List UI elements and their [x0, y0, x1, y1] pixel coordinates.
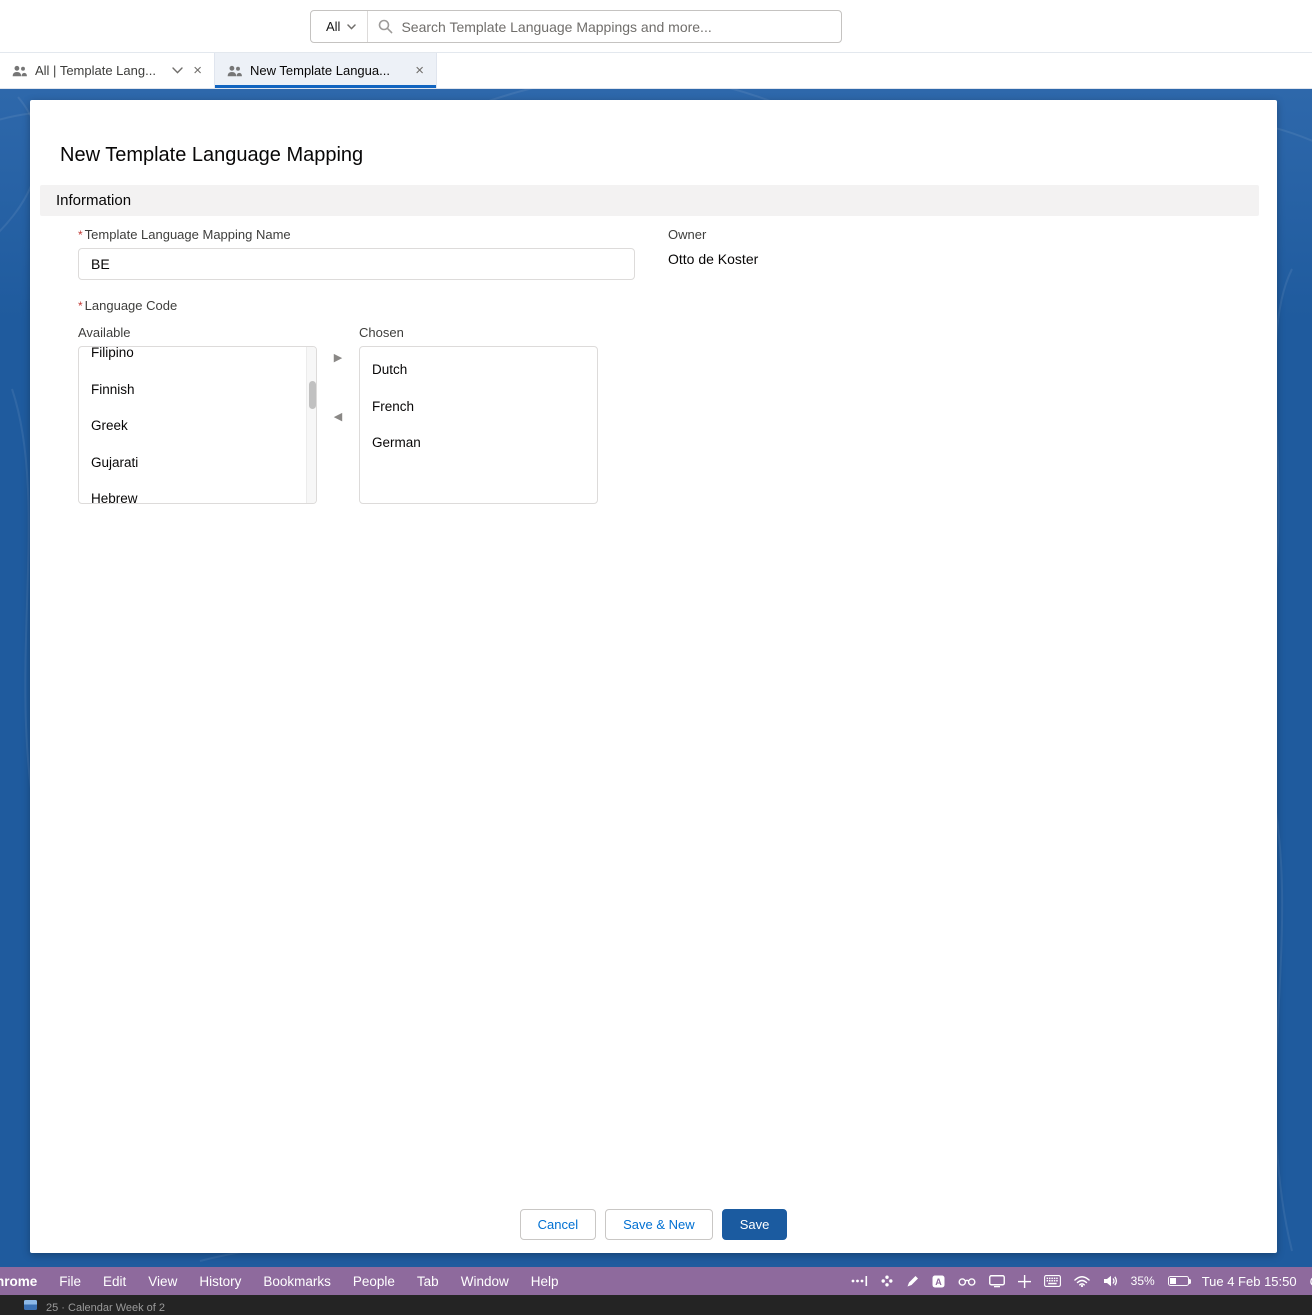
more-dots-icon[interactable]	[851, 1275, 868, 1287]
people-icon	[12, 65, 27, 77]
close-icon[interactable]: ×	[191, 63, 204, 78]
section-title: Information	[56, 192, 131, 209]
minimized-window-title: 25 · Calendar Week of 2	[46, 1302, 165, 1314]
available-listbox[interactable]: FilipinoFinnishGreekGujaratiHebrew	[78, 346, 317, 504]
menu-items: hromeFileEditViewHistoryBookmarksPeopleT…	[0, 1274, 569, 1289]
chosen-label: Chosen	[359, 325, 598, 340]
list-option[interactable]: Gujarati	[79, 445, 316, 482]
console-tab-bar: All | Template Lang... × New Template La…	[0, 53, 1312, 89]
chosen-listbox[interactable]: DutchFrenchGerman	[359, 346, 598, 504]
search-icon	[378, 19, 393, 34]
field-template-language-mapping-name: *Template Language Mapping Name	[78, 227, 635, 280]
search-scope-label: All	[326, 19, 340, 34]
battery-percent: 35%	[1131, 1274, 1155, 1288]
close-icon[interactable]: ×	[413, 63, 426, 78]
save-button[interactable]: Save	[722, 1209, 788, 1240]
volume-icon[interactable]	[1103, 1275, 1118, 1287]
chosen-options-list: DutchFrenchGerman	[360, 347, 597, 462]
menu-item[interactable]: Edit	[92, 1274, 137, 1289]
search-input[interactable]	[393, 19, 841, 35]
list-option[interactable]: Finnish	[79, 372, 316, 409]
duallist-arrows: ▶ ◀	[317, 350, 359, 426]
list-option[interactable]: French	[360, 389, 597, 426]
crosshair-icon[interactable]	[1018, 1275, 1031, 1288]
keyboard-icon[interactable]	[1044, 1275, 1061, 1287]
field-owner: Owner Otto de Koster	[668, 227, 758, 267]
list-option[interactable]: Filipino	[79, 346, 316, 372]
tab-label: New Template Langua...	[250, 63, 405, 78]
people-icon	[227, 65, 242, 77]
menu-item[interactable]: View	[137, 1274, 188, 1289]
language-code-duallist: Available FilipinoFinnishGreekGujaratiHe…	[78, 325, 598, 504]
name-input[interactable]	[78, 248, 635, 280]
move-to-chosen-button[interactable]: ▶	[331, 350, 345, 367]
bottom-window-strip: 25 · Calendar Week of 2	[0, 1295, 1312, 1315]
list-option[interactable]: German	[360, 425, 597, 462]
clover-icon[interactable]	[881, 1275, 893, 1287]
field-language-code: *Language Code Available FilipinoFinnish…	[78, 298, 598, 504]
new-record-form: New Template Language Mapping Informatio…	[30, 100, 1277, 1253]
required-asterisk: *	[78, 228, 83, 242]
chevron-down-icon[interactable]	[172, 67, 183, 74]
page-title: New Template Language Mapping	[60, 144, 363, 167]
menu-item[interactable]: History	[188, 1274, 252, 1289]
menu-clock[interactable]: Tue 4 Feb 15:50	[1202, 1274, 1297, 1289]
macos-menu-bar: hromeFileEditViewHistoryBookmarksPeopleT…	[0, 1267, 1312, 1295]
menu-item[interactable]: Bookmarks	[252, 1274, 342, 1289]
battery-icon[interactable]	[1168, 1276, 1189, 1287]
list-option[interactable]: Dutch	[360, 352, 597, 389]
section-header-information: Information	[40, 185, 1259, 216]
owner-field-label: Owner	[668, 227, 758, 242]
menu-status-area: A 35% Tue 4 Feb 15:50 C	[851, 1274, 1312, 1289]
input-source-icon[interactable]: A	[932, 1275, 945, 1288]
minimized-window-icon[interactable]	[24, 1300, 37, 1310]
glasses-icon[interactable]	[958, 1276, 976, 1287]
battery-fill	[1170, 1278, 1177, 1285]
svg-text:A: A	[935, 1276, 942, 1286]
scrollbar-track[interactable]	[306, 347, 316, 503]
menu-item[interactable]: People	[342, 1274, 406, 1289]
workspace: New Template Language Mapping Informatio…	[0, 89, 1312, 1267]
form-actions: Cancel Save & New Save	[30, 1209, 1277, 1240]
tab-label: All | Template Lang...	[35, 63, 164, 78]
tab-all-template-language-mappings[interactable]: All | Template Lang... ×	[0, 53, 215, 88]
language-code-label: *Language Code	[78, 298, 598, 313]
move-to-available-button[interactable]: ◀	[331, 409, 345, 426]
menu-item[interactable]: Help	[520, 1274, 570, 1289]
name-field-label-text: Template Language Mapping Name	[85, 227, 291, 242]
cancel-button[interactable]: Cancel	[520, 1209, 596, 1240]
save-and-new-button[interactable]: Save & New	[605, 1209, 713, 1240]
scrollbar-thumb[interactable]	[309, 381, 316, 409]
chosen-column: Chosen DutchFrenchGerman	[359, 325, 598, 504]
language-code-label-text: Language Code	[85, 298, 178, 313]
wifi-icon[interactable]	[1074, 1275, 1090, 1287]
list-option[interactable]: Greek	[79, 408, 316, 445]
chevron-down-icon	[347, 24, 356, 30]
tab-new-template-language-mapping[interactable]: New Template Langua... ×	[215, 53, 437, 88]
menu-item[interactable]: Window	[450, 1274, 520, 1289]
list-option[interactable]: Hebrew	[79, 481, 316, 504]
menu-item[interactable]: hrome	[0, 1274, 48, 1289]
required-asterisk: *	[78, 299, 83, 313]
available-column: Available FilipinoFinnishGreekGujaratiHe…	[78, 325, 317, 504]
available-options-list: FilipinoFinnishGreekGujaratiHebrew	[79, 346, 316, 504]
menu-item[interactable]: Tab	[406, 1274, 450, 1289]
screen: All All | Template Lang... × New Templat…	[0, 0, 1312, 1315]
global-header: All	[0, 0, 1312, 53]
available-label: Available	[78, 325, 317, 340]
name-field-label: *Template Language Mapping Name	[78, 227, 635, 242]
global-search-bar: All	[310, 10, 842, 43]
display-icon[interactable]	[989, 1275, 1005, 1288]
pen-icon[interactable]	[906, 1275, 919, 1288]
owner-value: Otto de Koster	[668, 251, 758, 267]
search-scope-button[interactable]: All	[311, 11, 368, 42]
menu-item[interactable]: File	[48, 1274, 92, 1289]
owner-field-label-text: Owner	[668, 227, 706, 242]
